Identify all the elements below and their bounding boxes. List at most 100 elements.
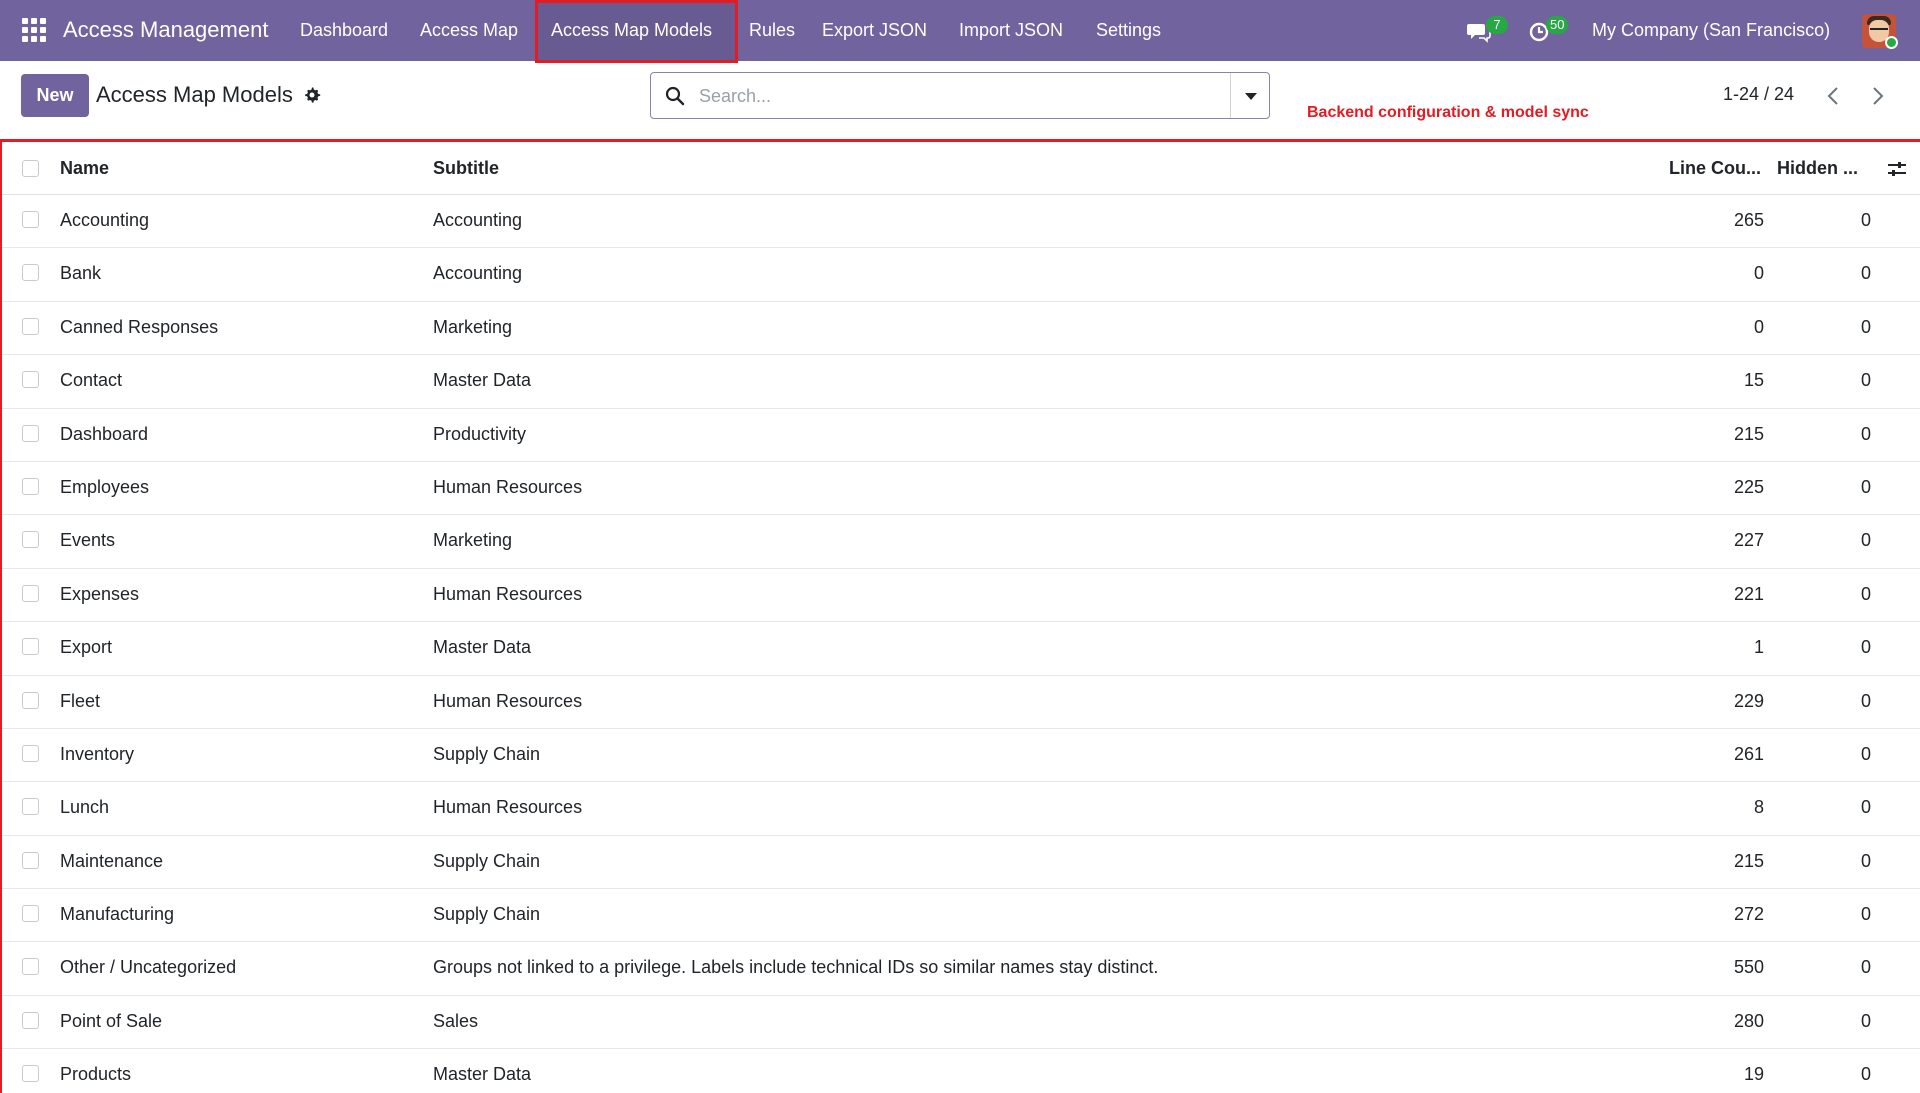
annotation-label: Backend configuration & model sync bbox=[1307, 104, 1589, 121]
cell-line-count: 265 bbox=[1733, 210, 1764, 230]
row-checkbox[interactable] bbox=[22, 958, 39, 976]
menu-access-map-models[interactable]: Access Map Models bbox=[551, 20, 712, 41]
table-row[interactable]: Other / Uncategorized Groups not linked t… bbox=[2, 942, 1920, 996]
cell-name: Fleet bbox=[60, 690, 101, 711]
menu-access-map[interactable]: Access Map bbox=[420, 20, 518, 41]
cell-name: Expenses bbox=[60, 583, 140, 604]
new-button[interactable]: New bbox=[21, 74, 89, 117]
search-icon bbox=[665, 86, 685, 106]
activities-badge: 50 bbox=[1546, 16, 1569, 34]
cell-line-count: 15 bbox=[1743, 370, 1764, 391]
cell-name: Employees bbox=[60, 476, 150, 497]
table-row[interactable]: Dashboard Productivity 215 0 bbox=[2, 409, 1920, 462]
menu-settings[interactable]: Settings bbox=[1096, 20, 1161, 41]
select-all-checkbox[interactable] bbox=[22, 160, 39, 177]
cell-hidden: 0 bbox=[1860, 1010, 1871, 1031]
row-checkbox[interactable] bbox=[22, 798, 39, 816]
cell-hidden: 0 bbox=[1860, 530, 1871, 551]
table-header: Name Subtitle Line Cou... Hidden ... bbox=[2, 142, 1920, 195]
cell-name: Other / Uncategorized bbox=[60, 957, 237, 978]
table-row[interactable]: Expenses Human Resources 221 0 bbox=[2, 569, 1920, 623]
table-row[interactable]: Contact Master Data 15 0 bbox=[2, 355, 1920, 409]
table-row[interactable]: Point of Sale Sales 280 0 bbox=[2, 996, 1920, 1050]
cell-subtitle: Supply Chain bbox=[433, 850, 541, 871]
gear-icon[interactable] bbox=[303, 86, 321, 104]
row-checkbox[interactable] bbox=[22, 477, 39, 495]
cell-line-count: 8 bbox=[1753, 797, 1764, 818]
messages-button[interactable]: 7 bbox=[1466, 16, 1508, 46]
table-row[interactable]: Inventory Supply Chain 261 0 bbox=[2, 729, 1920, 783]
row-checkbox[interactable] bbox=[22, 1011, 39, 1029]
table-row[interactable]: Canned Responses Marketing 0 0 bbox=[2, 302, 1920, 356]
cell-line-count: 229 bbox=[1733, 690, 1764, 711]
chevron-left-icon[interactable] bbox=[1822, 84, 1846, 108]
menu-export-json[interactable]: Export JSON bbox=[822, 20, 927, 41]
cell-hidden: 0 bbox=[1860, 370, 1871, 391]
cell-hidden: 0 bbox=[1860, 263, 1871, 284]
cell-hidden: 0 bbox=[1860, 797, 1871, 818]
row-checkbox[interactable] bbox=[22, 211, 39, 228]
cell-hidden: 0 bbox=[1860, 637, 1871, 658]
table-row[interactable]: Maintenance Supply Chain 215 0 bbox=[2, 836, 1920, 890]
table-row[interactable]: Lunch Human Resources 8 0 bbox=[2, 782, 1920, 836]
row-checkbox[interactable] bbox=[22, 317, 39, 335]
cell-subtitle: Supply Chain bbox=[433, 743, 541, 764]
chevron-right-icon[interactable] bbox=[1865, 84, 1889, 108]
table-row[interactable]: Fleet Human Resources 229 0 bbox=[2, 676, 1920, 729]
header-line-count[interactable]: Line Cou... bbox=[1669, 158, 1761, 179]
cell-name: Point of Sale bbox=[60, 1010, 163, 1031]
header-subtitle[interactable]: Subtitle bbox=[433, 158, 499, 179]
caret-down-icon bbox=[1245, 93, 1257, 100]
cell-subtitle: Accounting bbox=[433, 210, 523, 230]
cell-line-count: 227 bbox=[1733, 530, 1764, 551]
cell-line-count: 1 bbox=[1753, 637, 1764, 658]
cell-subtitle: Productivity bbox=[433, 423, 527, 444]
row-checkbox[interactable] bbox=[22, 584, 39, 602]
apps-grid-icon[interactable] bbox=[22, 18, 46, 42]
cell-name: Export bbox=[60, 637, 113, 658]
cell-name: Contact bbox=[60, 370, 123, 391]
row-checkbox[interactable] bbox=[22, 424, 39, 442]
search-input[interactable] bbox=[699, 81, 1199, 111]
pager-value[interactable]: 1-24 / 24 bbox=[1723, 84, 1794, 105]
cell-hidden: 0 bbox=[1860, 583, 1871, 604]
row-checkbox[interactable] bbox=[22, 371, 39, 389]
activities-button[interactable]: 50 bbox=[1528, 16, 1569, 46]
menu-rules[interactable]: Rules bbox=[749, 20, 795, 41]
table-row[interactable]: Export Master Data 1 0 bbox=[2, 622, 1920, 676]
cell-hidden: 0 bbox=[1860, 904, 1871, 925]
row-checkbox[interactable] bbox=[22, 851, 39, 869]
cell-subtitle: Supply Chain bbox=[433, 904, 541, 925]
table-row[interactable]: Accounting Accounting 265 0 bbox=[2, 195, 1920, 249]
row-checkbox[interactable] bbox=[22, 264, 39, 282]
table-row[interactable]: Manufacturing Supply Chain 272 0 bbox=[2, 889, 1920, 943]
cell-subtitle: Marketing bbox=[433, 530, 513, 551]
table-row[interactable]: Employees Human Resources 225 0 bbox=[2, 462, 1920, 516]
cell-subtitle: Marketing bbox=[433, 316, 513, 337]
cell-hidden: 0 bbox=[1860, 476, 1871, 497]
cell-subtitle: Groups not linked to a privilege. Labels… bbox=[433, 957, 1159, 978]
cell-subtitle: Master Data bbox=[433, 637, 532, 658]
row-checkbox[interactable] bbox=[22, 638, 39, 656]
company-switcher[interactable]: My Company (San Francisco) bbox=[1592, 20, 1830, 41]
cell-line-count: 550 bbox=[1733, 957, 1764, 978]
table-row[interactable]: Products Master Data 19 0 bbox=[2, 1049, 1920, 1093]
table-row[interactable]: Bank Accounting 0 0 bbox=[2, 248, 1920, 302]
cell-name: Maintenance bbox=[60, 850, 164, 871]
row-checkbox[interactable] bbox=[22, 744, 39, 762]
search-options-toggle[interactable] bbox=[1230, 73, 1270, 118]
app-brand[interactable]: Access Management bbox=[63, 17, 268, 43]
row-checkbox[interactable] bbox=[22, 531, 39, 549]
table-row[interactable]: Events Marketing 227 0 bbox=[2, 515, 1920, 569]
header-hidden[interactable]: Hidden ... bbox=[1777, 158, 1858, 179]
cell-hidden: 0 bbox=[1860, 957, 1871, 978]
header-name[interactable]: Name bbox=[60, 158, 109, 179]
menu-dashboard[interactable]: Dashboard bbox=[300, 20, 388, 41]
cell-hidden: 0 bbox=[1860, 743, 1871, 764]
row-checkbox[interactable] bbox=[22, 691, 39, 709]
row-checkbox[interactable] bbox=[22, 1065, 39, 1083]
sliders-icon[interactable] bbox=[1886, 158, 1908, 180]
cell-hidden: 0 bbox=[1860, 210, 1871, 230]
row-checkbox[interactable] bbox=[22, 905, 39, 923]
menu-import-json[interactable]: Import JSON bbox=[959, 20, 1063, 41]
